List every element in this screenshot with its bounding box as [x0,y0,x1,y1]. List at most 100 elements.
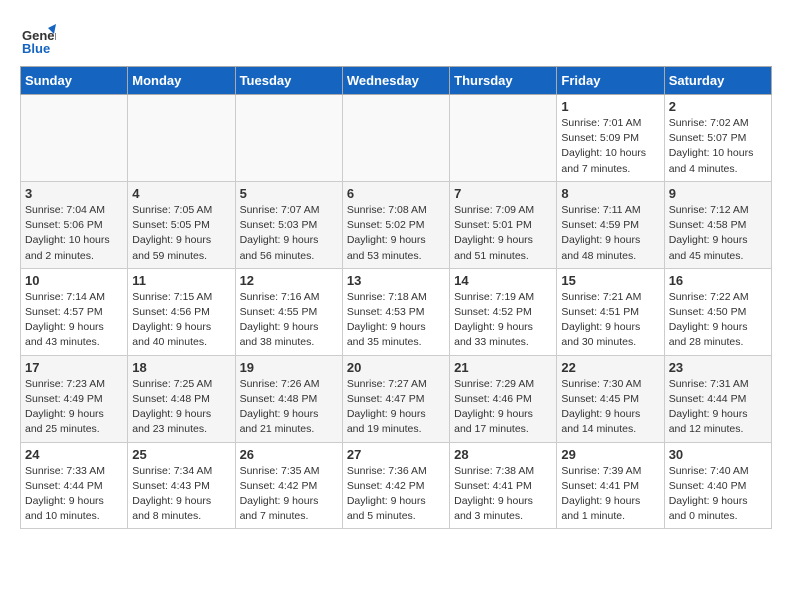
calendar-cell: 17 Sunrise: 7:23 AM Sunset: 4:49 PM Dayli… [21,355,128,442]
calendar-header-row: SundayMondayTuesdayWednesdayThursdayFrid… [21,67,772,95]
cell-content: Sunrise: 7:33 AM Sunset: 4:44 PM Dayligh… [25,464,123,525]
calendar-cell: 16 Sunrise: 7:22 AM Sunset: 4:50 PM Dayli… [664,268,771,355]
calendar-cell: 1 Sunrise: 7:01 AM Sunset: 5:09 PM Daylig… [557,95,664,182]
cell-content: Sunrise: 7:08 AM Sunset: 5:02 PM Dayligh… [347,203,445,264]
cell-content: Sunrise: 7:29 AM Sunset: 4:46 PM Dayligh… [454,377,552,438]
calendar-cell: 23 Sunrise: 7:31 AM Sunset: 4:44 PM Dayli… [664,355,771,442]
calendar-week-2: 3Sunrise: 7:04 AM Sunset: 5:06 PM Daylig… [21,181,772,268]
calendar-cell [235,95,342,182]
day-number: 7 [454,186,552,201]
day-header-thursday: Thursday [450,67,557,95]
cell-content: Sunrise: 7:15 AM Sunset: 4:56 PM Dayligh… [132,290,230,351]
calendar-cell: 29Sunrise: 7:39 AM Sunset: 4:41 PM Dayli… [557,442,664,529]
cell-content: Sunrise: 7:31 AM Sunset: 4:44 PM Dayligh… [669,377,767,438]
page-header: General Blue [20,20,772,56]
calendar-cell: 6 Sunrise: 7:08 AM Sunset: 5:02 PM Daylig… [342,181,449,268]
day-number: 21 [454,360,552,375]
day-number: 20 [347,360,445,375]
calendar-cell: 3Sunrise: 7:04 AM Sunset: 5:06 PM Daylig… [21,181,128,268]
day-number: 15 [561,273,659,288]
day-number: 23 [669,360,767,375]
cell-content: Sunrise: 7:12 AM Sunset: 4:58 PM Dayligh… [669,203,767,264]
cell-content: Sunrise: 7:38 AM Sunset: 4:41 PM Dayligh… [454,464,552,525]
cell-content: Sunrise: 7:11 AM Sunset: 4:59 PM Dayligh… [561,203,659,264]
day-number: 28 [454,447,552,462]
calendar-week-3: 10Sunrise: 7:14 AM Sunset: 4:57 PM Dayli… [21,268,772,355]
day-header-sunday: Sunday [21,67,128,95]
cell-content: Sunrise: 7:35 AM Sunset: 4:42 PM Dayligh… [240,464,338,525]
cell-content: Sunrise: 7:04 AM Sunset: 5:06 PM Dayligh… [25,203,123,264]
calendar-cell: 2 Sunrise: 7:02 AM Sunset: 5:07 PM Daylig… [664,95,771,182]
day-number: 4 [132,186,230,201]
calendar-cell: 7 Sunrise: 7:09 AM Sunset: 5:01 PM Daylig… [450,181,557,268]
cell-content: Sunrise: 7:19 AM Sunset: 4:52 PM Dayligh… [454,290,552,351]
svg-text:Blue: Blue [22,41,50,56]
day-number: 17 [25,360,123,375]
cell-content: Sunrise: 7:09 AM Sunset: 5:01 PM Dayligh… [454,203,552,264]
logo: General Blue [20,20,56,56]
cell-content: Sunrise: 7:30 AM Sunset: 4:45 PM Dayligh… [561,377,659,438]
calendar-cell: 18 Sunrise: 7:25 AM Sunset: 4:48 PM Dayli… [128,355,235,442]
calendar-cell: 11 Sunrise: 7:15 AM Sunset: 4:56 PM Dayli… [128,268,235,355]
day-number: 19 [240,360,338,375]
day-number: 11 [132,273,230,288]
cell-content: Sunrise: 7:14 AM Sunset: 4:57 PM Dayligh… [25,290,123,351]
calendar-cell: 14 Sunrise: 7:19 AM Sunset: 4:52 PM Dayli… [450,268,557,355]
calendar-cell: 26Sunrise: 7:35 AM Sunset: 4:42 PM Dayli… [235,442,342,529]
calendar-cell: 19 Sunrise: 7:26 AM Sunset: 4:48 PM Dayli… [235,355,342,442]
cell-content: Sunrise: 7:01 AM Sunset: 5:09 PM Dayligh… [561,116,659,177]
calendar-cell: 12 Sunrise: 7:16 AM Sunset: 4:55 PM Dayli… [235,268,342,355]
day-header-wednesday: Wednesday [342,67,449,95]
cell-content: Sunrise: 7:40 AM Sunset: 4:40 PM Dayligh… [669,464,767,525]
calendar-cell: 21 Sunrise: 7:29 AM Sunset: 4:46 PM Dayli… [450,355,557,442]
calendar-cell: 20 Sunrise: 7:27 AM Sunset: 4:47 PM Dayli… [342,355,449,442]
calendar-week-5: 24 Sunrise: 7:33 AM Sunset: 4:44 PM Dayli… [21,442,772,529]
cell-content: Sunrise: 7:27 AM Sunset: 4:47 PM Dayligh… [347,377,445,438]
calendar-week-4: 17 Sunrise: 7:23 AM Sunset: 4:49 PM Dayli… [21,355,772,442]
day-header-monday: Monday [128,67,235,95]
day-number: 2 [669,99,767,114]
calendar-cell [21,95,128,182]
calendar-cell: 24 Sunrise: 7:33 AM Sunset: 4:44 PM Dayli… [21,442,128,529]
calendar-cell: 13Sunrise: 7:18 AM Sunset: 4:53 PM Dayli… [342,268,449,355]
cell-content: Sunrise: 7:18 AM Sunset: 4:53 PM Dayligh… [347,290,445,351]
cell-content: Sunrise: 7:16 AM Sunset: 4:55 PM Dayligh… [240,290,338,351]
calendar-table: SundayMondayTuesdayWednesdayThursdayFrid… [20,66,772,529]
cell-content: Sunrise: 7:34 AM Sunset: 4:43 PM Dayligh… [132,464,230,525]
day-number: 25 [132,447,230,462]
logo-icon: General Blue [20,20,56,56]
cell-content: Sunrise: 7:21 AM Sunset: 4:51 PM Dayligh… [561,290,659,351]
cell-content: Sunrise: 7:26 AM Sunset: 4:48 PM Dayligh… [240,377,338,438]
cell-content: Sunrise: 7:22 AM Sunset: 4:50 PM Dayligh… [669,290,767,351]
calendar-cell: 27 Sunrise: 7:36 AM Sunset: 4:42 PM Dayli… [342,442,449,529]
calendar-cell: 8 Sunrise: 7:11 AM Sunset: 4:59 PM Daylig… [557,181,664,268]
calendar-cell: 5 Sunrise: 7:07 AM Sunset: 5:03 PM Daylig… [235,181,342,268]
calendar-cell: 25 Sunrise: 7:34 AM Sunset: 4:43 PM Dayli… [128,442,235,529]
day-number: 5 [240,186,338,201]
day-number: 1 [561,99,659,114]
day-number: 14 [454,273,552,288]
cell-content: Sunrise: 7:25 AM Sunset: 4:48 PM Dayligh… [132,377,230,438]
calendar-cell: 4 Sunrise: 7:05 AM Sunset: 5:05 PM Daylig… [128,181,235,268]
calendar-cell: 10Sunrise: 7:14 AM Sunset: 4:57 PM Dayli… [21,268,128,355]
day-number: 6 [347,186,445,201]
day-header-friday: Friday [557,67,664,95]
cell-content: Sunrise: 7:36 AM Sunset: 4:42 PM Dayligh… [347,464,445,525]
cell-content: Sunrise: 7:07 AM Sunset: 5:03 PM Dayligh… [240,203,338,264]
day-number: 18 [132,360,230,375]
cell-content: Sunrise: 7:23 AM Sunset: 4:49 PM Dayligh… [25,377,123,438]
calendar-cell [128,95,235,182]
day-number: 8 [561,186,659,201]
day-header-saturday: Saturday [664,67,771,95]
cell-content: Sunrise: 7:05 AM Sunset: 5:05 PM Dayligh… [132,203,230,264]
calendar-cell [342,95,449,182]
day-number: 12 [240,273,338,288]
day-number: 27 [347,447,445,462]
day-number: 24 [25,447,123,462]
calendar-week-1: 1 Sunrise: 7:01 AM Sunset: 5:09 PM Daylig… [21,95,772,182]
day-number: 16 [669,273,767,288]
calendar-cell [450,95,557,182]
cell-content: Sunrise: 7:02 AM Sunset: 5:07 PM Dayligh… [669,116,767,177]
day-header-tuesday: Tuesday [235,67,342,95]
day-number: 9 [669,186,767,201]
